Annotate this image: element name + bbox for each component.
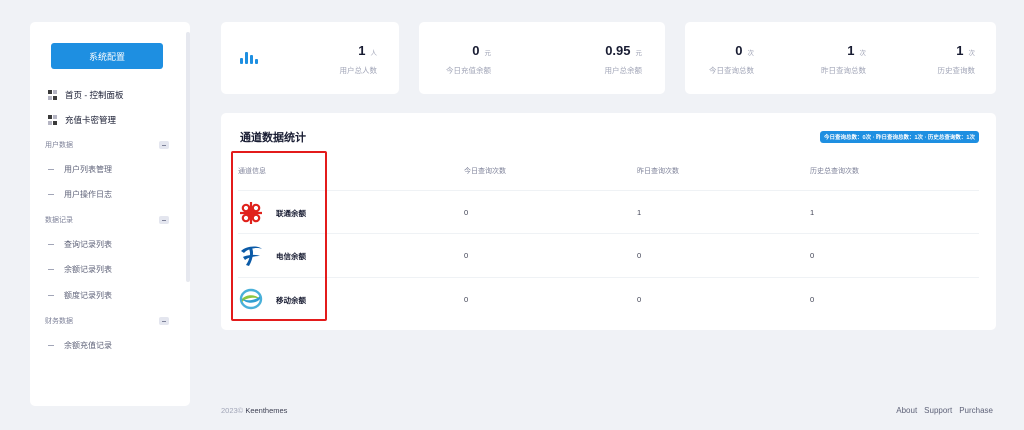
stat-user-balance: 0.95 元 用户总余额 [605,42,643,76]
yesterday-count: 1 [637,208,642,217]
dash-icon [48,193,54,195]
column-header-today: 今日查询次数 [464,168,506,175]
stat-label: 昨日查询总数 [821,66,866,75]
sidebar-item-quota-records[interactable]: 额度记录列表 [48,289,112,301]
footer-year: 2023© [221,406,244,415]
collapse-icon[interactable] [159,141,169,149]
card-title: 通道数据统计 [240,132,306,144]
stat-today-queries: 0次 今日查询总数 [709,42,754,76]
collapse-icon[interactable] [159,317,169,325]
row-divider [238,277,979,278]
dash-icon [48,168,54,170]
sidebar-item-label: 首页 - 控制面板 [65,90,124,100]
sidebar-item-label: 额度记录列表 [64,290,112,300]
stat-yesterday-queries: 1次 昨日查询总数 [821,42,866,76]
stat-unit: 次 [859,50,867,57]
footer-links: About Support Purchase [896,406,993,415]
yesterday-count: 0 [637,251,642,260]
history-count: 0 [810,295,815,304]
stat-label: 今日查询总数 [709,66,754,75]
collapse-icon[interactable] [159,216,169,224]
row-divider [238,233,979,234]
column-header-yesterday: 昨日查询次数 [637,168,679,175]
stat-card-balance: 0元 今日充值余额 0.95 元 用户总余额 [419,22,665,94]
stat-value: 0 [735,43,743,58]
dash-icon [48,268,54,270]
history-count: 1 [810,208,815,217]
footer-link-about[interactable]: About [896,406,917,415]
bar-chart-icon [240,50,258,64]
column-header-history: 历史总查询次数 [810,168,859,175]
stat-unit: 元 [484,50,492,57]
channel-stats-card: 通道数据统计 今日查询总数：0次 · 昨日查询总数：1次 · 历史总查询数：1次… [221,113,996,330]
section-user-data: 用户数据 [45,140,169,150]
sidebar-item-query-records[interactable]: 查询记录列表 [48,238,112,250]
stat-label: 今日充值余额 [446,66,491,75]
sidebar-item-balance-records[interactable]: 余额记录列表 [48,263,112,275]
today-count: 0 [464,208,469,217]
footer-link-purchase[interactable]: Purchase [959,406,993,415]
stat-value: 0 [472,43,480,58]
sidebar-item-label: 余额充值记录 [64,340,112,350]
sidebar-scrollbar[interactable] [186,32,190,282]
history-count: 0 [810,251,815,260]
stat-value: 1 [956,43,964,58]
sidebar-item-recharge-cards[interactable]: 充值卡密管理 [48,113,116,127]
today-count: 0 [464,251,469,260]
stat-history-queries: 1次 历史查询数 [938,42,976,76]
stat-label: 历史查询数 [937,66,976,75]
stat-card-queries: 0次 今日查询总数 1次 昨日查询总数 1次 历史查询数 [685,22,996,94]
today-count: 0 [464,295,469,304]
cards-grid-icon [48,115,58,125]
stat-value: 0.95 [605,43,631,58]
stat-today-recharge: 0元 今日充值余额 [446,42,491,76]
section-title: 用户数据 [45,142,73,149]
dash-icon [48,294,54,296]
dashboard-grid-icon [48,90,58,100]
sidebar-item-user-list[interactable]: 用户列表管理 [48,163,112,175]
stat-value: 1 [847,43,855,58]
stat-label: 用户总人数 [339,66,378,75]
channel-highlight-box [231,151,327,321]
sidebar: 系统配置 首页 - 控制面板 充值卡密管理 用户数据 用户列表管理 用户操作日志… [30,22,190,406]
footer-brand-link[interactable]: Keenthemes [245,406,287,415]
sidebar-item-label: 用户操作日志 [64,189,112,199]
stat-label: 用户总余额 [604,66,643,75]
stat-unit: 人 [370,50,378,57]
system-config-button[interactable]: 系统配置 [51,43,163,69]
stat-card-users: 1人 用户总人数 [221,22,399,94]
dash-icon [48,243,54,245]
section-data-records: 数据记录 [45,215,169,225]
summary-badge: 今日查询总数：0次 · 昨日查询总数：1次 · 历史总查询数：1次 [820,131,979,143]
stat-value: 1 [358,43,366,58]
stat-unit: 元 [635,50,643,57]
section-finance-data: 财务数据 [45,316,169,326]
sidebar-item-label: 用户列表管理 [64,164,112,174]
stat-users: 1人 用户总人数 [340,42,378,76]
sidebar-item-label: 充值卡密管理 [65,115,117,125]
yesterday-count: 0 [637,295,642,304]
footer-link-support[interactable]: Support [924,406,952,415]
section-title: 财务数据 [45,318,73,325]
sidebar-item-label: 查询记录列表 [64,239,112,249]
footer-copyright: 2023© Keenthemes [221,406,287,415]
section-title: 数据记录 [45,217,73,224]
sidebar-item-label: 余额记录列表 [64,264,112,274]
sidebar-item-user-log[interactable]: 用户操作日志 [48,188,112,200]
dash-icon [48,344,54,346]
sidebar-item-recharge-records[interactable]: 余额充值记录 [48,339,112,351]
row-divider [238,190,979,191]
stat-unit: 次 [968,50,976,57]
stat-unit: 次 [747,50,755,57]
sidebar-item-dashboard[interactable]: 首页 - 控制面板 [48,88,124,102]
